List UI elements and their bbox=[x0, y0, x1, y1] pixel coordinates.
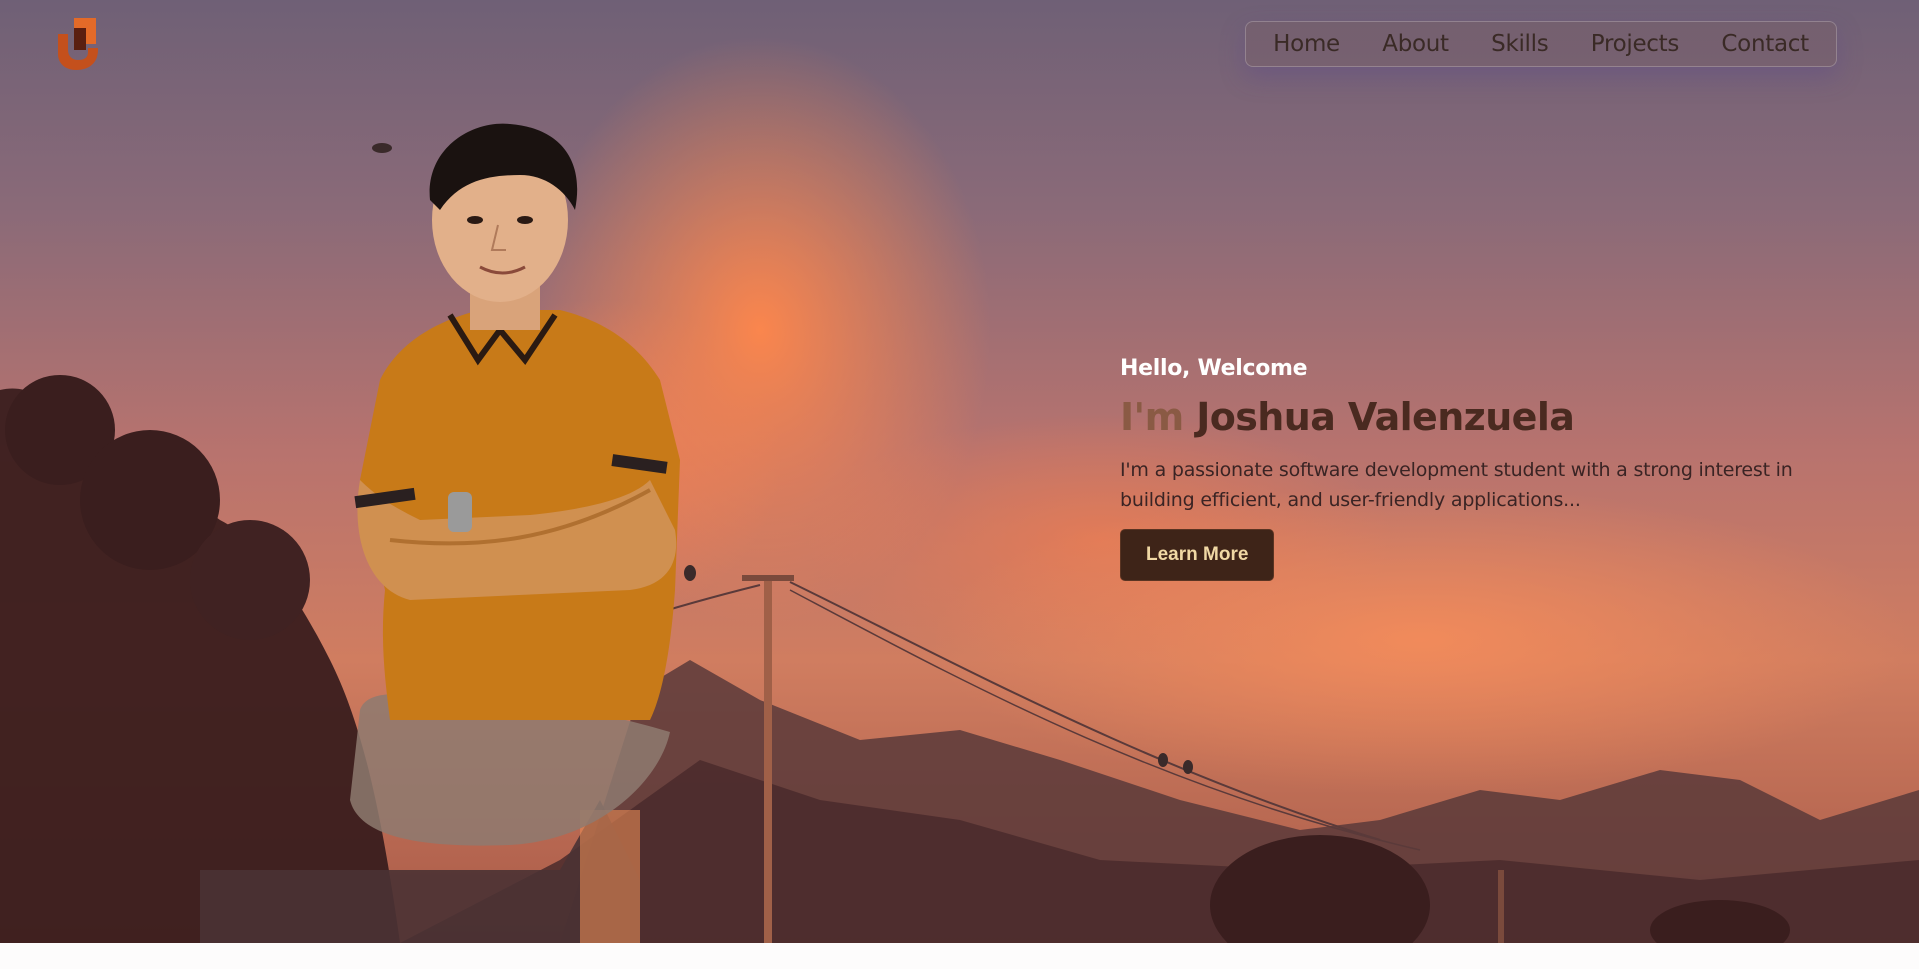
hero-section: Home About Skills Projects Contact Hello… bbox=[0, 0, 1919, 943]
nav-link-contact[interactable]: Contact bbox=[1721, 31, 1809, 57]
profile-photo bbox=[350, 123, 680, 846]
nav-link-skills[interactable]: Skills bbox=[1491, 31, 1549, 57]
hero-content: Hello, Welcome I'm Joshua Valenzuela I'm… bbox=[1120, 356, 1860, 581]
nav-link-home[interactable]: Home bbox=[1273, 31, 1340, 57]
brand-logo-icon[interactable] bbox=[52, 14, 102, 70]
nav-link-projects[interactable]: Projects bbox=[1591, 31, 1680, 57]
nav-link-about[interactable]: About bbox=[1382, 31, 1449, 57]
headline-name: Joshua Valenzuela bbox=[1196, 395, 1575, 439]
greeting-text: Hello, Welcome bbox=[1120, 356, 1308, 381]
main-nav: Home About Skills Projects Contact bbox=[1245, 21, 1837, 67]
headline-im: I'm bbox=[1120, 395, 1184, 439]
page-bottom-strip bbox=[0, 943, 1919, 969]
hero-description: I'm a passionate software development st… bbox=[1120, 459, 1793, 511]
hero-headline: I'm Joshua Valenzuela bbox=[1120, 395, 1860, 439]
learn-more-button[interactable]: Learn More bbox=[1120, 529, 1275, 581]
